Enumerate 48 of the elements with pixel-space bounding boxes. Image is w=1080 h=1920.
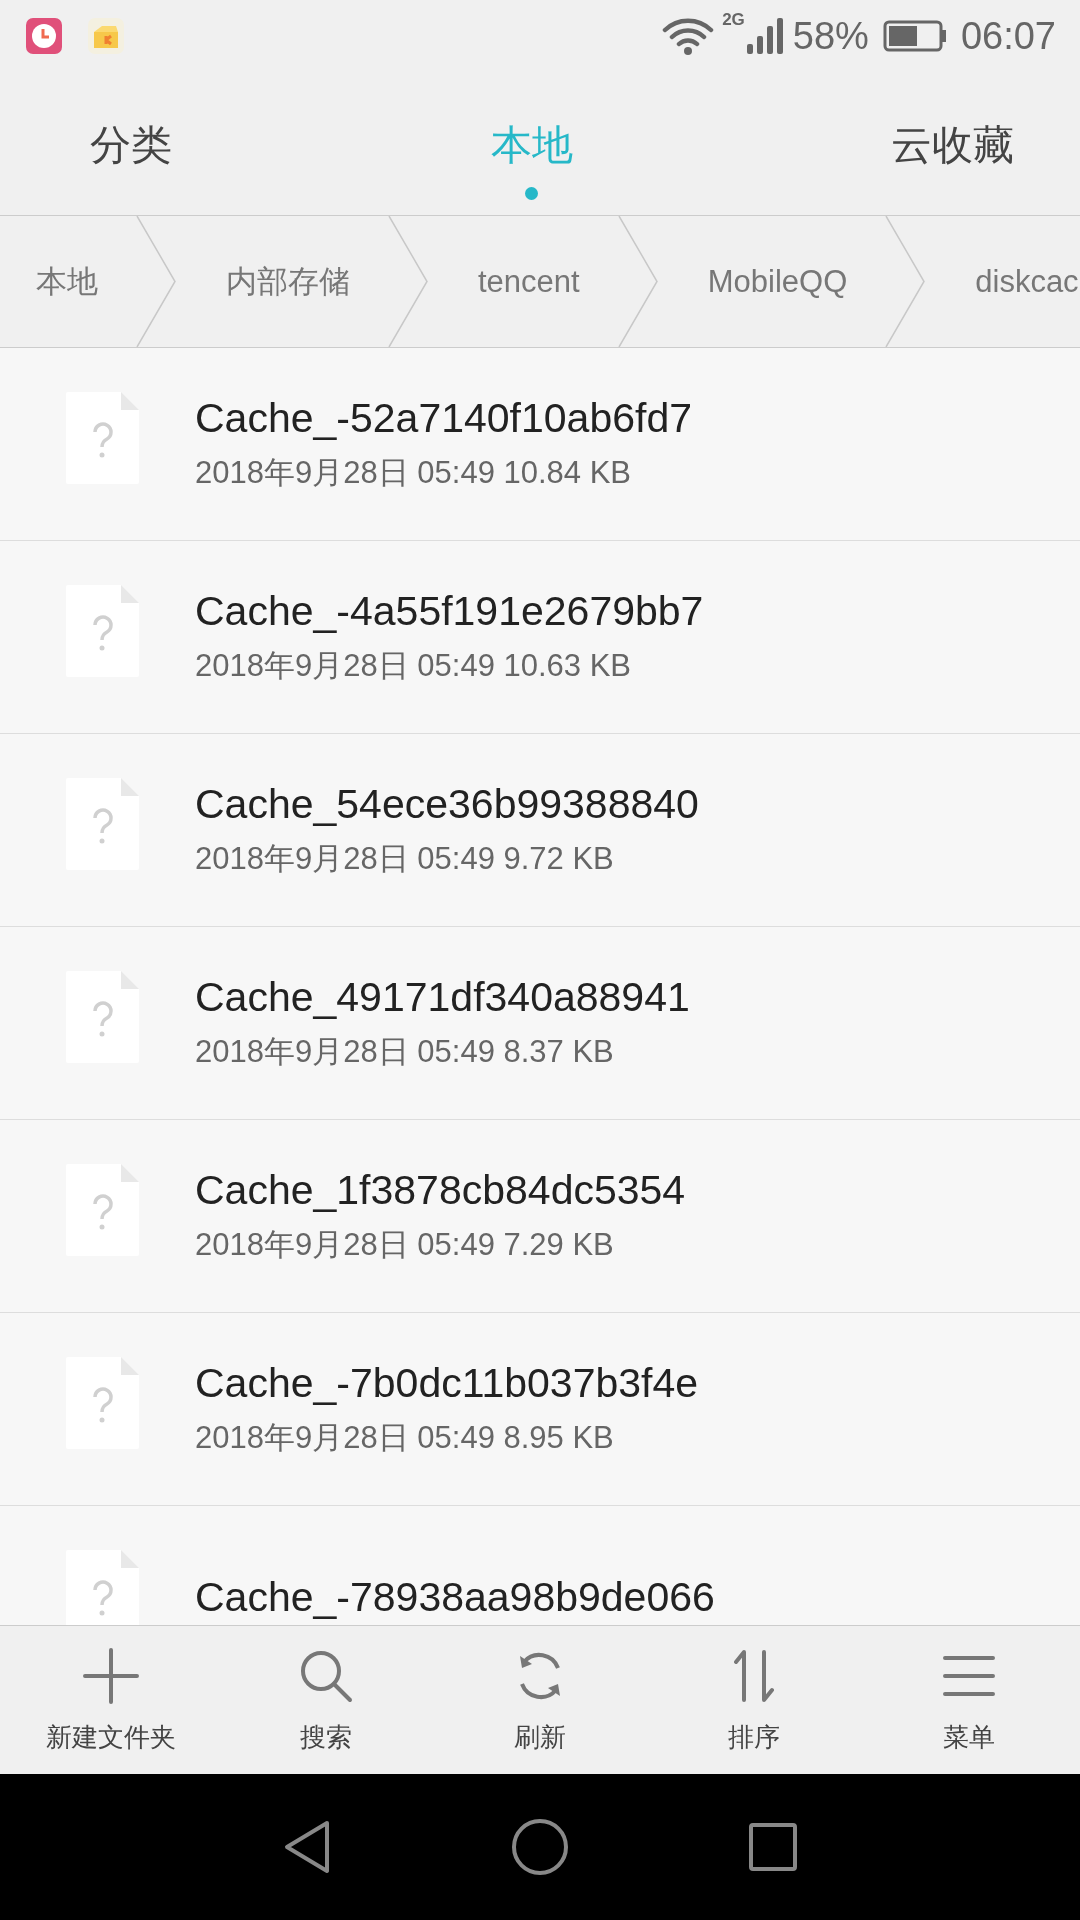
file-row[interactable]: Cache_49171df340a88941 2018年9月28日 05:49 8.37 KB — [0, 927, 1080, 1120]
breadcrumb-item[interactable]: 本地 — [36, 216, 136, 347]
file-row[interactable]: Cache_-4a55f191e2679bb7 2018年9月28日 05:49 10.63 KB — [0, 541, 1080, 734]
file-name: Cache_-4a55f191e2679bb7 — [195, 587, 704, 635]
file-name: Cache_-7b0dc11b037b3f4e — [195, 1359, 699, 1407]
file-details: 2018年9月28日 05:49 7.29 KB — [195, 1225, 615, 1264]
file-row[interactable]: Cache_1f3878cb84dc5354 2018年9月28日 05:49 7.29 KB — [0, 1120, 1080, 1313]
unknown-file-icon — [66, 585, 139, 677]
file-row[interactable]: Cache_-52a7140f10ab6fd7 2018年9月28日 05:49 10.84 KB — [0, 348, 1080, 541]
toolbar-button[interactable]: 搜索 — [218, 1626, 433, 1774]
home-icon[interactable] — [510, 1817, 570, 1877]
file-name: Cache_-78938aa98b9de066 — [195, 1573, 715, 1621]
file-details: 2018年9月28日 05:49 10.63 KB — [195, 646, 633, 685]
breadcrumb-item[interactable]: MobileQQ — [707, 216, 886, 347]
unknown-file-icon — [66, 778, 139, 870]
unknown-file-icon — [66, 1357, 139, 1449]
file-name: Cache_1f3878cb84dc5354 — [195, 1166, 686, 1214]
tab[interactable]: 分类 — [90, 118, 172, 173]
toolbar-button[interactable]: 菜单 — [861, 1626, 1077, 1774]
selected-dot — [525, 187, 538, 200]
breadcrumb-item[interactable]: tencent — [478, 216, 618, 347]
clock-time: 06:07 — [960, 14, 1056, 58]
battery-icon — [882, 20, 947, 52]
file-details: 2018年9月28日 05:49 10.84 KB — [195, 453, 633, 492]
breadcrumb-item[interactable]: diskcac — [975, 216, 1080, 347]
file-name: Cache_54ece36b99388840 — [195, 780, 699, 828]
file-row[interactable]: Cache_54ece36b99388840 2018年9月28日 05:49 9.72 KB — [0, 734, 1080, 927]
tab[interactable]: 云收藏 — [891, 118, 1014, 173]
network-type: 2G — [722, 10, 745, 30]
toolbar-button[interactable]: 新建文件夹 — [4, 1626, 219, 1774]
clock-app-icon — [26, 18, 62, 54]
signal-icon — [744, 16, 785, 56]
breadcrumb-item[interactable]: 内部存储 — [226, 216, 388, 347]
battery-percent: 58% — [792, 14, 869, 58]
gift-box-app-icon — [88, 18, 124, 54]
unknown-file-icon — [66, 392, 139, 484]
toolbar-button[interactable]: 排序 — [647, 1626, 862, 1774]
toolbar-button[interactable]: 刷新 — [432, 1626, 648, 1774]
file-details: 2018年9月28日 05:49 8.95 KB — [195, 1418, 615, 1457]
file-row[interactable]: Cache_-7b0dc11b037b3f4e 2018年9月28日 05:49 8.95 KB — [0, 1313, 1080, 1506]
file-name: Cache_-52a7140f10ab6fd7 — [195, 394, 692, 442]
file-name: Cache_49171df340a88941 — [195, 973, 690, 1021]
wifi-icon — [662, 16, 715, 56]
plus-icon — [81, 1646, 142, 1706]
unknown-file-icon — [66, 971, 139, 1063]
file-details: 2018年9月28日 05:49 8.37 KB — [195, 1032, 615, 1071]
unknown-file-icon — [66, 1164, 139, 1256]
file-details: 2018年9月28日 05:49 9.72 KB — [195, 839, 615, 878]
